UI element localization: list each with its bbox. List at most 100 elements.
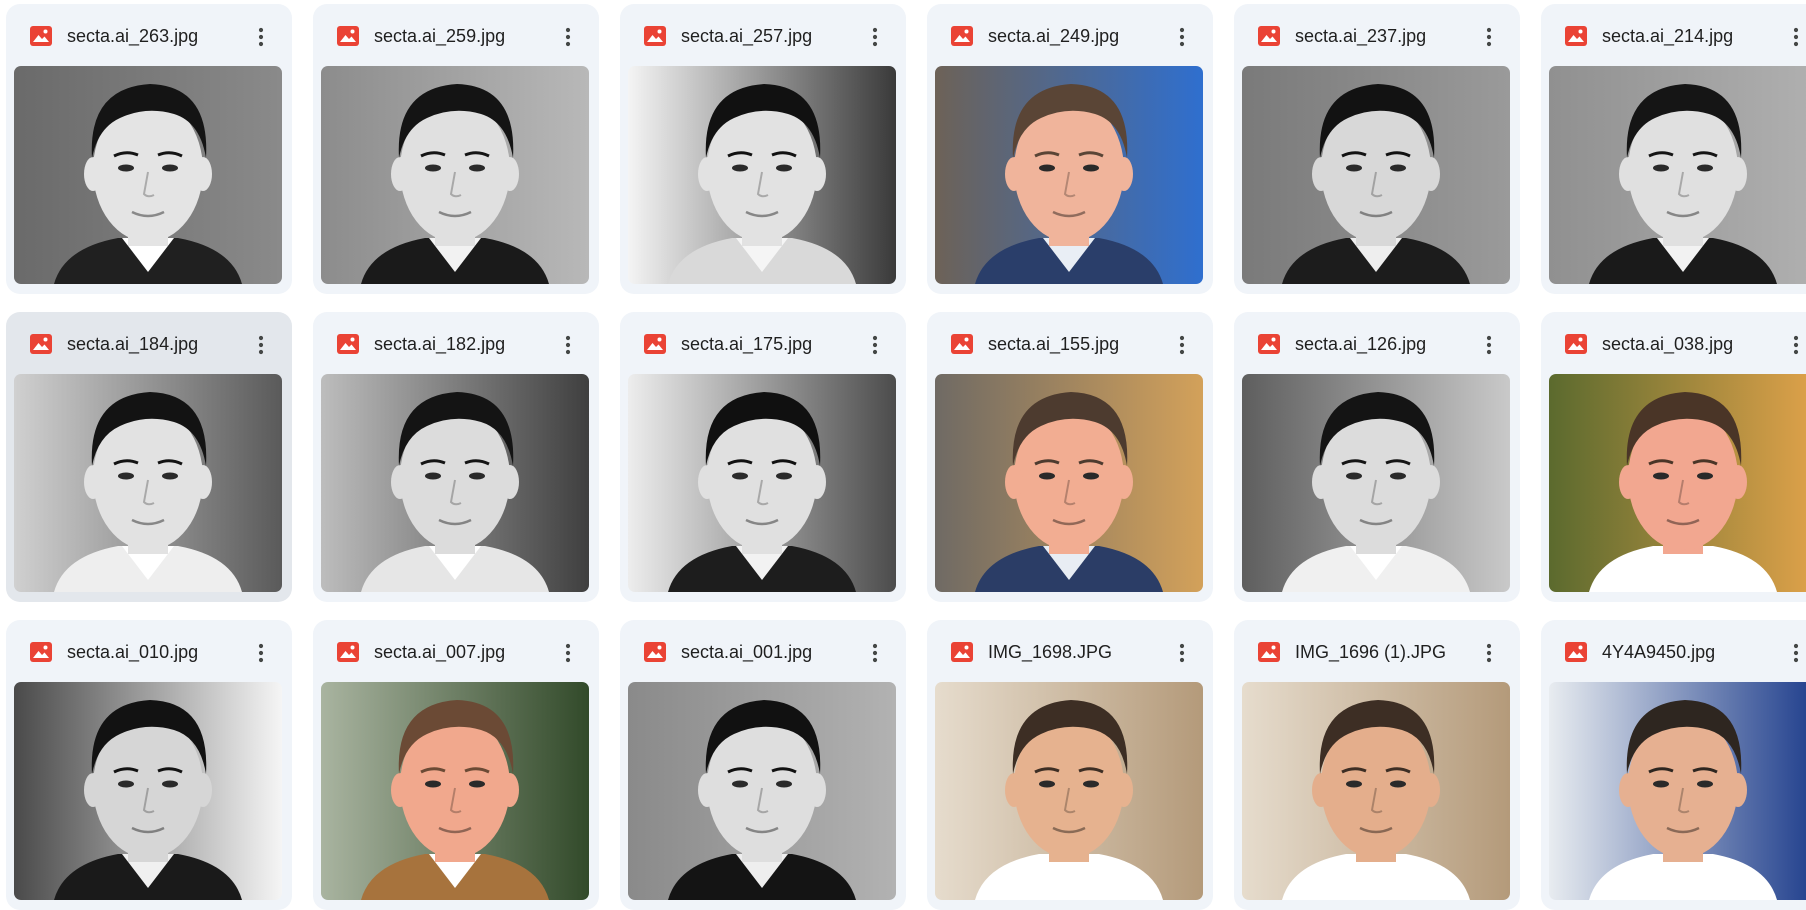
portrait-photo: [321, 682, 589, 900]
more-options-button[interactable]: [246, 638, 276, 668]
file-name: secta.ai_257.jpg: [681, 26, 813, 46]
image-thumbnail[interactable]: [628, 66, 896, 284]
portrait-photo: [1549, 682, 1806, 900]
more-options-button[interactable]: [1781, 22, 1806, 52]
more-options-button[interactable]: [553, 330, 583, 360]
portrait-photo: [628, 66, 896, 284]
file-card-header: secta.ai_007.jpg: [313, 620, 599, 682]
more-options-button[interactable]: [553, 22, 583, 52]
file-card-header: secta.ai_175.jpg: [620, 312, 906, 374]
file-card[interactable]: secta.ai_237.jpg: [1234, 4, 1520, 294]
file-name: secta.ai_184.jpg: [67, 334, 199, 354]
file-name: secta.ai_155.jpg: [988, 334, 1120, 354]
more-options-button[interactable]: [1167, 22, 1197, 52]
image-thumbnail[interactable]: [628, 682, 896, 900]
file-card[interactable]: secta.ai_263.jpg: [6, 4, 292, 294]
file-card-header: secta.ai_259.jpg: [313, 4, 599, 66]
image-thumbnail[interactable]: [14, 66, 282, 284]
image-thumbnail[interactable]: [1242, 682, 1510, 900]
more-options-button[interactable]: [1474, 638, 1504, 668]
file-card[interactable]: secta.ai_214.jpg: [1541, 4, 1806, 294]
file-card[interactable]: secta.ai_182.jpg: [313, 312, 599, 602]
image-file-icon: [1565, 642, 1587, 662]
image-thumbnail[interactable]: [1549, 66, 1806, 284]
more-options-button[interactable]: [1781, 638, 1806, 668]
image-thumbnail[interactable]: [321, 66, 589, 284]
file-name: secta.ai_001.jpg: [681, 642, 813, 662]
image-thumbnail[interactable]: [1549, 374, 1806, 592]
portrait-photo: [321, 66, 589, 284]
file-name: secta.ai_010.jpg: [67, 642, 199, 662]
image-thumbnail[interactable]: [14, 682, 282, 900]
more-options-button[interactable]: [1167, 638, 1197, 668]
portrait-photo: [935, 66, 1203, 284]
image-file-icon: [1258, 334, 1280, 354]
more-vert-icon: [1179, 643, 1185, 663]
image-thumbnail[interactable]: [1549, 682, 1806, 900]
file-card[interactable]: secta.ai_126.jpg: [1234, 312, 1520, 602]
more-vert-icon: [1486, 335, 1492, 355]
file-name: IMG_1698.JPG: [988, 642, 1113, 662]
image-file-icon: [1258, 26, 1280, 46]
more-options-button[interactable]: [860, 22, 890, 52]
image-thumbnail[interactable]: [935, 374, 1203, 592]
file-card[interactable]: IMG_1696 (1).JPG: [1234, 620, 1520, 910]
more-options-button[interactable]: [246, 330, 276, 360]
file-card-header: secta.ai_237.jpg: [1234, 4, 1520, 66]
image-thumbnail[interactable]: [321, 682, 589, 900]
more-options-button[interactable]: [246, 22, 276, 52]
image-thumbnail[interactable]: [935, 682, 1203, 900]
more-vert-icon: [258, 643, 264, 663]
file-card[interactable]: secta.ai_257.jpg: [620, 4, 906, 294]
image-thumbnail[interactable]: [1242, 374, 1510, 592]
image-thumbnail[interactable]: [1242, 66, 1510, 284]
file-card[interactable]: IMG_1698.JPG: [927, 620, 1213, 910]
file-name: secta.ai_249.jpg: [988, 26, 1120, 46]
file-card-header: secta.ai_182.jpg: [313, 312, 599, 374]
file-card-header: secta.ai_184.jpg: [6, 312, 292, 374]
portrait-photo: [1242, 374, 1510, 592]
more-options-button[interactable]: [1474, 330, 1504, 360]
file-card[interactable]: secta.ai_007.jpg: [313, 620, 599, 910]
file-name: secta.ai_175.jpg: [681, 334, 813, 354]
more-vert-icon: [565, 643, 571, 663]
file-name: IMG_1696 (1).JPG: [1295, 642, 1447, 662]
image-file-icon: [337, 26, 359, 46]
file-card[interactable]: secta.ai_155.jpg: [927, 312, 1213, 602]
file-name: 4Y4A9450.jpg: [1602, 642, 1716, 662]
more-options-button[interactable]: [1474, 22, 1504, 52]
image-file-icon: [337, 642, 359, 662]
file-card[interactable]: secta.ai_038.jpg: [1541, 312, 1806, 602]
file-card[interactable]: secta.ai_259.jpg: [313, 4, 599, 294]
more-vert-icon: [872, 335, 878, 355]
file-card-header: IMG_1698.JPG: [927, 620, 1213, 682]
file-name: secta.ai_038.jpg: [1602, 334, 1734, 354]
image-file-icon: [644, 642, 666, 662]
more-options-button[interactable]: [1781, 330, 1806, 360]
portrait-photo: [1549, 66, 1806, 284]
image-thumbnail[interactable]: [321, 374, 589, 592]
portrait-photo: [14, 66, 282, 284]
more-options-button[interactable]: [1167, 330, 1197, 360]
file-card[interactable]: secta.ai_175.jpg: [620, 312, 906, 602]
file-card-header: secta.ai_126.jpg: [1234, 312, 1520, 374]
more-options-button[interactable]: [553, 638, 583, 668]
file-card[interactable]: secta.ai_249.jpg: [927, 4, 1213, 294]
more-options-button[interactable]: [860, 330, 890, 360]
file-card-header: secta.ai_249.jpg: [927, 4, 1213, 66]
image-thumbnail[interactable]: [14, 374, 282, 592]
file-card[interactable]: 4Y4A9450.jpg: [1541, 620, 1806, 910]
more-vert-icon: [1179, 27, 1185, 47]
file-grid: secta.ai_263.jpg secta.ai_259.jpg secta.…: [0, 0, 1806, 910]
image-thumbnail[interactable]: [935, 66, 1203, 284]
more-options-button[interactable]: [860, 638, 890, 668]
more-vert-icon: [1793, 335, 1799, 355]
image-file-icon: [1565, 26, 1587, 46]
file-name: secta.ai_007.jpg: [374, 642, 506, 662]
image-thumbnail[interactable]: [628, 374, 896, 592]
file-card[interactable]: secta.ai_184.jpg: [6, 312, 292, 602]
file-card[interactable]: secta.ai_010.jpg: [6, 620, 292, 910]
file-name: secta.ai_237.jpg: [1295, 26, 1427, 46]
file-card[interactable]: secta.ai_001.jpg: [620, 620, 906, 910]
more-vert-icon: [872, 643, 878, 663]
